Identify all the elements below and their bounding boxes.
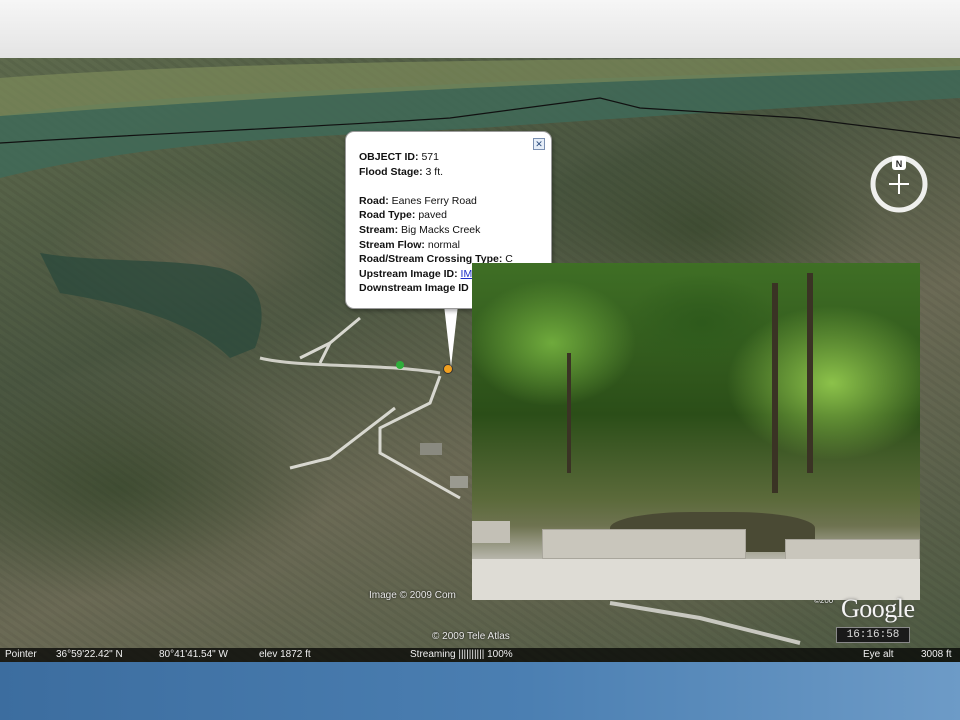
time-display: 16:16:58 bbox=[836, 627, 910, 643]
latitude-readout: 36°59'22.42" N bbox=[56, 649, 123, 660]
slide-bottom-band bbox=[0, 662, 960, 720]
label-stream: Stream: bbox=[359, 223, 399, 236]
streaming-status: Streaming |||||||||| 100% bbox=[410, 649, 513, 660]
value-road: Eanes Ferry Road bbox=[391, 194, 477, 207]
label-downstream-image: Downstream Image ID bbox=[359, 282, 469, 295]
value-stream: Big Macks Creek bbox=[401, 223, 481, 236]
pointer-label: Pointer bbox=[5, 649, 37, 660]
label-upstream-image: Upstream Image ID: bbox=[359, 267, 458, 280]
label-flood-stage: Flood Stage: bbox=[359, 165, 423, 178]
popup-pointer bbox=[444, 305, 458, 367]
eye-alt-value: 3008 ft bbox=[921, 649, 952, 660]
longitude-readout: 80°41'41.54" W bbox=[159, 649, 228, 660]
label-object-id: OBJECT ID: bbox=[359, 151, 419, 163]
tree-trunk bbox=[567, 353, 571, 473]
label-road: Road: bbox=[359, 194, 389, 207]
stream-crossing-photo bbox=[472, 263, 920, 600]
status-bar: Pointer 36°59'22.42" N 80°41'41.54" W el… bbox=[0, 648, 960, 662]
tele-atlas-credit: © 2009 Tele Atlas bbox=[432, 631, 510, 642]
tree-trunk bbox=[807, 273, 813, 473]
google-logo: Google bbox=[841, 594, 915, 623]
eye-alt-label: Eye alt bbox=[863, 649, 894, 660]
label-stream-flow: Stream Flow: bbox=[359, 238, 425, 251]
close-icon[interactable]: ✕ bbox=[533, 138, 545, 150]
value-stream-flow: normal bbox=[427, 238, 460, 251]
value-object-id: 571 bbox=[421, 151, 439, 163]
concrete-curb bbox=[542, 529, 746, 559]
svg-text:N: N bbox=[896, 159, 903, 169]
label-road-type: Road Type: bbox=[359, 209, 416, 222]
tree-trunk bbox=[772, 283, 778, 493]
value-flood-stage: 3 ft. bbox=[425, 165, 444, 178]
upstream-image-link[interactable]: IM bbox=[461, 268, 473, 280]
concrete-curb bbox=[472, 521, 510, 543]
slide-top-band bbox=[0, 0, 960, 58]
elevation-readout: elev 1872 ft bbox=[259, 649, 311, 660]
compass-icon[interactable]: N bbox=[869, 154, 929, 214]
image-credit: Image © 2009 Com bbox=[369, 590, 456, 601]
value-road-type: paved bbox=[418, 209, 447, 222]
